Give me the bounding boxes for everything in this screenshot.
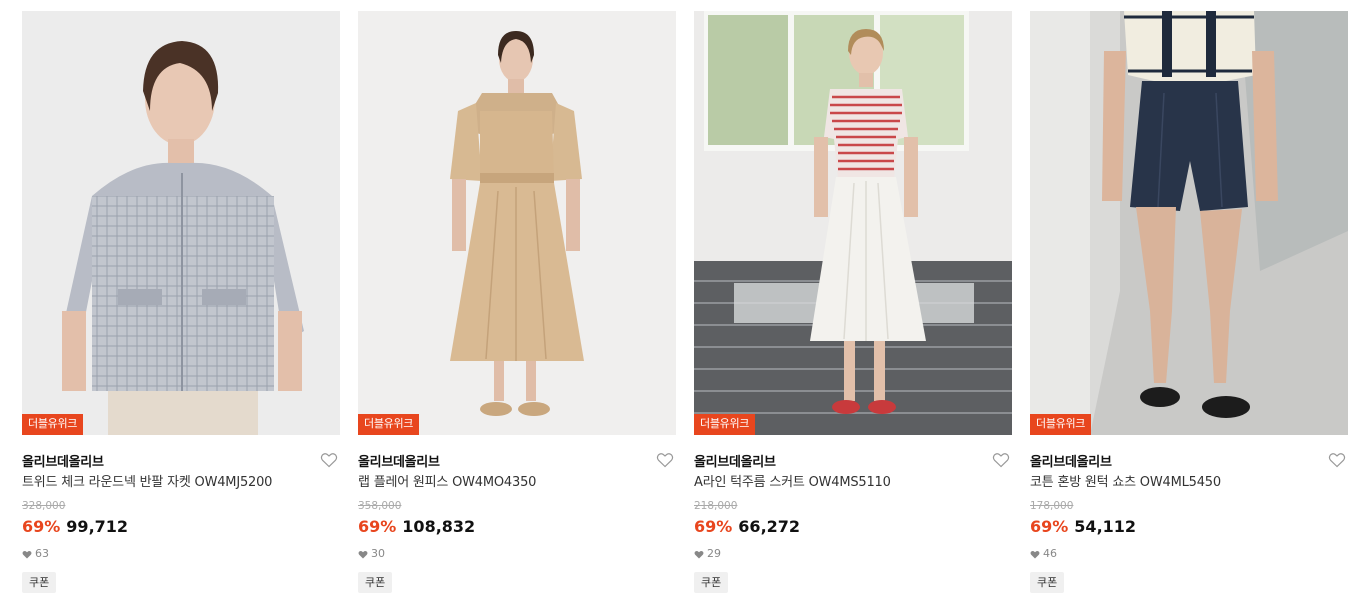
heart-outline-icon[interactable] [656,452,674,468]
brand-name[interactable]: 올리브데올리브 [694,455,776,470]
brand-name[interactable]: 올리브데올리브 [358,455,440,470]
sale-price: 99,712 [66,517,129,536]
like-count-value: 63 [35,547,49,560]
like-count: 29 [694,547,721,561]
original-price: 178,000 [1030,500,1074,512]
heart-filled-icon [22,550,32,558]
product-name[interactable]: A라인 턱주름 스커트 OW4MS5110 [694,474,891,492]
heart-outline-icon[interactable] [1328,452,1346,468]
discount-rate: 69% [1030,517,1069,536]
product-photo-pleated-skirt [694,11,1012,435]
sale-price: 54,112 [1074,517,1137,536]
event-badge: 더블유위크 [694,414,756,435]
event-badge: 더블유위크 [1030,414,1092,435]
original-price: 218,000 [694,500,738,512]
product-card[interactable]: 더블유위크 올리브데올리브 트위드 체크 라운드넥 반팔 자켓 OW4MJ520… [22,11,340,601]
like-count-value: 29 [707,547,721,560]
event-badge: 더블유위크 [22,414,84,435]
like-count-value: 30 [371,547,385,560]
like-count: 46 [1030,547,1057,561]
heart-outline-icon[interactable] [320,452,338,468]
product-card[interactable]: 더블유위크 올리브데올리브 A라인 턱주름 스커트 OW4MS5110 218,… [694,11,1012,601]
discount-rate: 69% [22,517,61,536]
sale-price: 66,272 [738,517,801,536]
product-name[interactable]: 랩 플레어 원피스 OW4MO4350 [358,474,536,492]
sale-price: 108,832 [402,517,476,536]
like-count: 63 [22,547,49,561]
product-photo-wrap-dress [358,11,676,435]
brand-name[interactable]: 올리브데올리브 [1030,455,1112,470]
product-image[interactable] [694,11,1012,435]
product-photo-tweed-jacket [22,11,340,435]
brand-name[interactable]: 올리브데올리브 [22,455,104,470]
coupon-tag: 쿠폰 [694,572,729,593]
coupon-tag: 쿠폰 [358,572,393,593]
heart-filled-icon [694,550,704,558]
product-name[interactable]: 트위드 체크 라운드넥 반팔 자켓 OW4MJ5200 [22,474,272,492]
product-card[interactable]: 더블유위크 올리브데올리브 랩 플레어 원피스 OW4MO4350 358,00… [358,11,676,601]
like-count-value: 46 [1043,547,1057,560]
event-badge: 더블유위크 [358,414,420,435]
heart-outline-icon[interactable] [992,452,1010,468]
product-photo-cotton-shorts [1030,11,1348,435]
discount-rate: 69% [358,517,397,536]
original-price: 328,000 [22,500,66,512]
original-price: 358,000 [358,500,402,512]
product-image[interactable] [1030,11,1348,435]
product-card[interactable]: 더블유위크 올리브데올리브 코튼 혼방 원턱 쇼츠 OW4ML5450 178,… [1030,11,1348,601]
heart-filled-icon [358,550,368,558]
like-count: 30 [358,547,385,561]
coupon-tag: 쿠폰 [1030,572,1065,593]
product-image[interactable] [22,11,340,435]
product-image[interactable] [358,11,676,435]
coupon-tag: 쿠폰 [22,572,57,593]
product-name[interactable]: 코튼 혼방 원턱 쇼츠 OW4ML5450 [1030,474,1221,492]
heart-filled-icon [1030,550,1040,558]
discount-rate: 69% [694,517,733,536]
